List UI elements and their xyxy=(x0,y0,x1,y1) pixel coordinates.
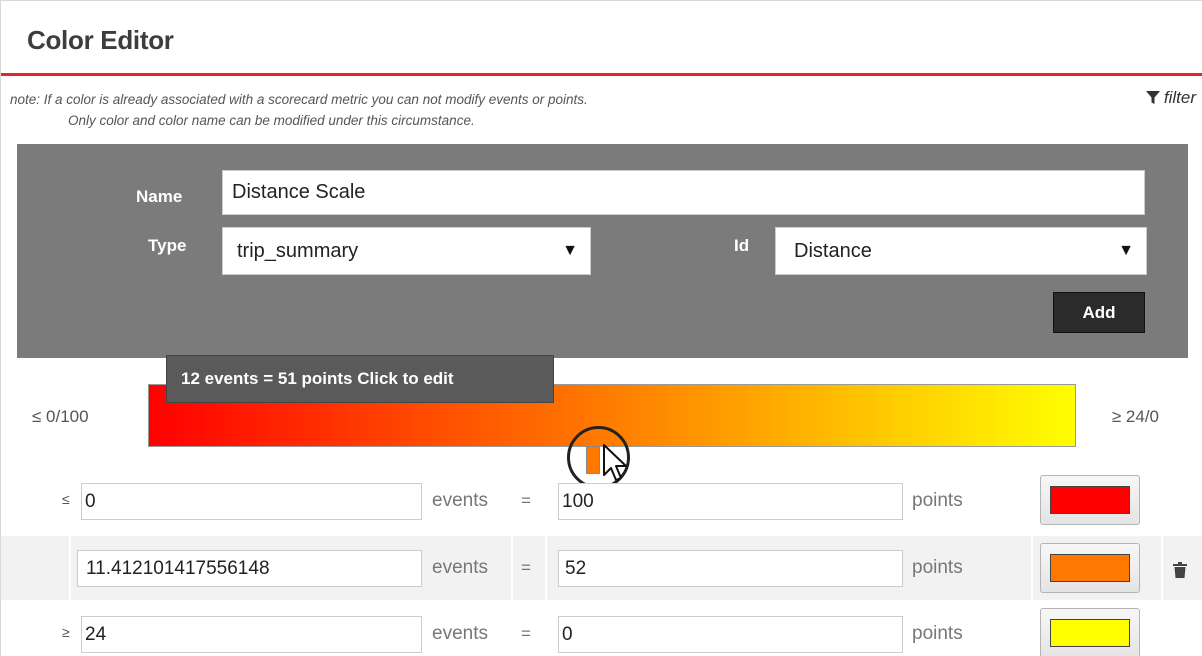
events-input[interactable]: 24 xyxy=(81,616,422,653)
color-swatch xyxy=(1050,486,1130,514)
comparator-label: ≤ xyxy=(62,491,70,507)
page-title: Color Editor xyxy=(27,25,174,55)
scale-max-label: ≥ 24/0 xyxy=(1111,407,1159,426)
caret-down-icon: ▼ xyxy=(1118,242,1134,259)
points-input[interactable]: 0 xyxy=(558,616,903,653)
color-picker-button[interactable] xyxy=(1040,475,1140,525)
scale-tooltip: 12 events = 51 points Click to edit xyxy=(166,355,554,403)
color-swatch xyxy=(1050,619,1130,647)
points-input[interactable]: 100 xyxy=(558,483,903,520)
id-select[interactable]: Distance ▼ xyxy=(775,227,1147,275)
name-input-value: Distance Scale xyxy=(232,181,366,203)
note-line-1: note: If a color is already associated w… xyxy=(10,92,588,107)
add-button[interactable]: Add xyxy=(1053,292,1145,333)
type-select[interactable]: trip_summary ▼ xyxy=(222,227,591,275)
events-value: 24 xyxy=(85,623,107,645)
points-value: 100 xyxy=(562,490,594,512)
type-label: Type xyxy=(148,236,187,255)
scale-min-label: ≤ 0/100 xyxy=(32,407,89,426)
events-label: events xyxy=(432,557,488,578)
name-label: Name xyxy=(136,187,183,206)
name-input[interactable]: Distance Scale xyxy=(222,170,1145,215)
equals-sign: = xyxy=(521,558,531,577)
events-value: 0 xyxy=(85,490,96,512)
events-label: events xyxy=(432,623,488,644)
type-select-value: trip_summary xyxy=(237,239,359,262)
color-swatch xyxy=(1050,554,1130,582)
table-row: 11.412101417556148 events = 52 points xyxy=(1,536,1202,600)
events-input[interactable]: 0 xyxy=(81,483,422,520)
note-line-2: Only color and color name can be modifie… xyxy=(68,113,475,128)
table-row: ≤ 0 events = 100 points xyxy=(1,467,1202,531)
id-select-value: Distance xyxy=(794,239,872,262)
equals-sign: = xyxy=(521,624,531,643)
points-value: 0 xyxy=(562,623,573,645)
filter-button[interactable]: filter xyxy=(1145,88,1196,108)
filter-label: filter xyxy=(1163,88,1196,107)
points-input[interactable]: 52 xyxy=(558,550,903,587)
points-value: 52 xyxy=(565,557,587,579)
points-label: points xyxy=(912,490,963,511)
equals-sign: = xyxy=(521,491,531,510)
header: Color Editor xyxy=(1,1,1202,76)
color-picker-button[interactable] xyxy=(1040,543,1140,593)
table-row: ≥ 24 events = 0 points xyxy=(1,600,1202,656)
events-value: 11.412101417556148 xyxy=(86,557,270,579)
filter-icon xyxy=(1145,91,1160,104)
points-label: points xyxy=(912,557,963,578)
events-input[interactable]: 11.412101417556148 xyxy=(77,550,422,587)
id-label: Id xyxy=(734,236,750,255)
color-picker-button[interactable] xyxy=(1040,608,1140,656)
points-label: points xyxy=(912,623,963,644)
caret-down-icon: ▼ xyxy=(562,242,578,259)
events-label: events xyxy=(432,490,488,511)
comparator-label: ≥ xyxy=(62,624,70,640)
trash-icon[interactable] xyxy=(1173,562,1187,578)
color-editor-window: Color Editor note: If a color is already… xyxy=(0,0,1202,656)
note-text: note: If a color is already associated w… xyxy=(10,89,588,131)
